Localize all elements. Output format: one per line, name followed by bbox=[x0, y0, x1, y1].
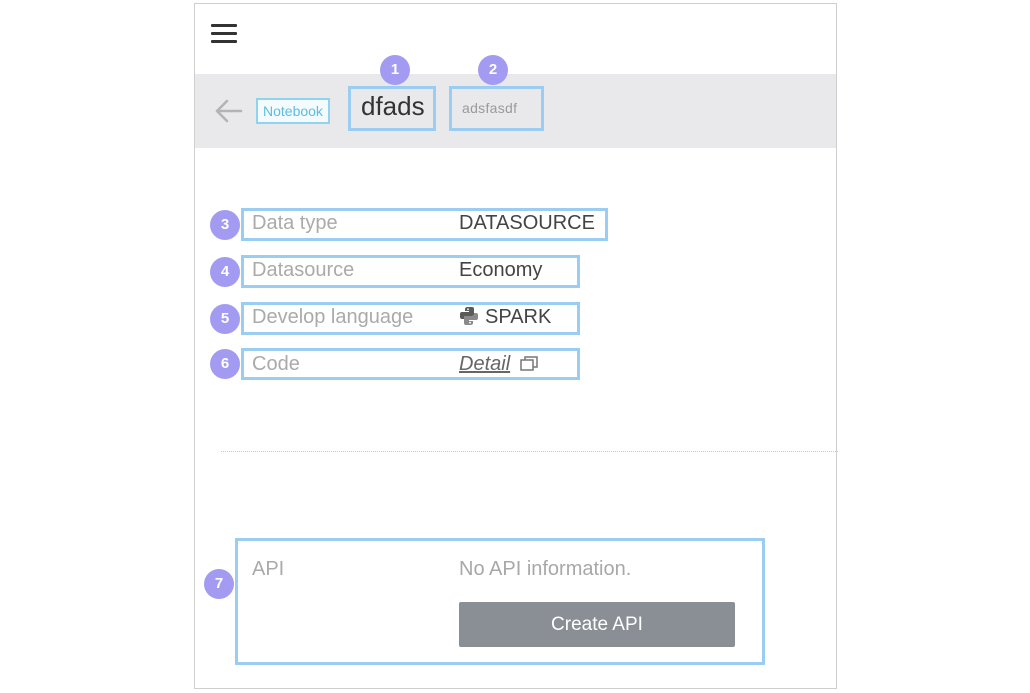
annotation-badge-2: 2 bbox=[478, 55, 508, 85]
highlight-datasource bbox=[241, 255, 580, 288]
highlight-data-type bbox=[241, 208, 608, 241]
hamburger-menu-icon[interactable] bbox=[211, 24, 237, 44]
annotation-badge-7: 7 bbox=[204, 569, 234, 599]
highlight-api bbox=[235, 538, 765, 665]
annotation-badge-1: 1 bbox=[380, 55, 410, 85]
section-divider bbox=[221, 451, 838, 452]
notebook-tag: Notebook bbox=[256, 98, 330, 124]
annotation-badge-5: 5 bbox=[210, 304, 240, 334]
annotation-badge-4: 4 bbox=[210, 257, 240, 287]
highlight-develop-language bbox=[241, 302, 580, 335]
annotation-badge-3: 3 bbox=[210, 210, 240, 240]
highlight-title bbox=[348, 86, 436, 131]
highlight-code bbox=[241, 348, 580, 380]
annotation-badge-6: 6 bbox=[210, 349, 240, 379]
top-bar bbox=[195, 4, 836, 75]
highlight-subtitle bbox=[449, 86, 544, 131]
arrow-left-icon[interactable] bbox=[213, 96, 245, 126]
